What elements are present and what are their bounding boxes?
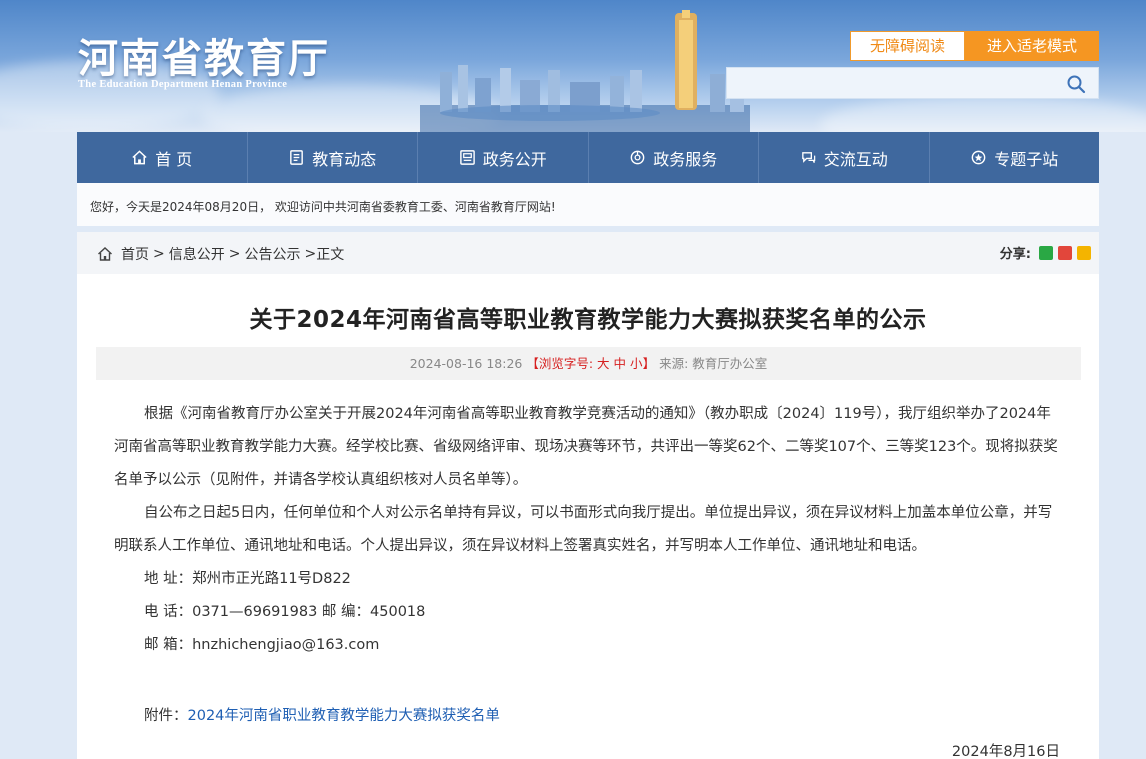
- nav-item-topic-sites[interactable]: 专题子站: [930, 132, 1100, 183]
- font-size-large[interactable]: 大: [597, 356, 610, 371]
- breadcrumb: 首页 > 信息公开 > 公告公示 > 正文: [97, 244, 344, 264]
- article-meta: 2024-08-16 18:26 【浏览字号: 大 中 小】 来源: 教育厅办公…: [96, 347, 1081, 380]
- font-size-selector: 【浏览字号: 大 中 小】: [526, 356, 655, 371]
- article-paragraph: 根据《河南省教育厅办公室关于开展2024年河南省高等职业教育教学竞赛活动的通知》…: [114, 406, 1058, 488]
- news-icon: [290, 150, 304, 165]
- article-body: 根据《河南省教育厅办公室关于开展2024年河南省高等职业教育教学竞赛活动的通知》…: [114, 398, 1064, 662]
- welcome-message: 您好，今天是2024年08月20日， 欢迎访问中共河南省委教育工委、河南省教育厅…: [77, 183, 1099, 226]
- breadcrumb-home-link[interactable]: 首页: [121, 244, 149, 264]
- breadcrumb-separator: >: [304, 246, 317, 262]
- nav-item-government-affairs[interactable]: 政务公开: [418, 132, 589, 183]
- document-icon: [459, 150, 475, 165]
- share-label: 分享:: [999, 247, 1031, 262]
- nav-item-label: 政务公开: [482, 149, 547, 169]
- breadcrumb-current: 正文: [316, 247, 345, 263]
- share-bar: 分享:: [1000, 243, 1091, 262]
- home-icon: [132, 150, 147, 165]
- service-icon: [630, 150, 645, 165]
- article-title: 关于2024年河南省高等职业教育教学能力大赛拟获奖名单的公示: [249, 307, 927, 333]
- contact-email: 邮 箱：hnzhichengjiao@163.com: [144, 637, 380, 653]
- nav-item-label: 政务服务: [653, 149, 718, 169]
- topic-icon: [971, 150, 986, 165]
- nav-item-label: 教育动态: [312, 149, 377, 169]
- site-logo-title[interactable]: 河南省教育厅: [78, 26, 330, 84]
- font-size-small[interactable]: 小: [630, 356, 643, 371]
- wechat-share-icon[interactable]: [1039, 245, 1053, 260]
- banner-cloud: [820, 95, 1146, 132]
- nav-item-label: 首 页: [155, 149, 193, 169]
- nav-item-label: 专题子站: [994, 149, 1059, 169]
- header-banner: 河南省教育厅 The Education Department Henan Pr…: [0, 0, 1146, 132]
- nav-item-label: 交流互动: [823, 149, 888, 169]
- font-size-label: 【浏览字号:: [526, 356, 598, 371]
- qq-share-icon[interactable]: [1077, 245, 1091, 260]
- contact-address: 地 址：郑州市正光路11号D822: [144, 571, 351, 587]
- article-sign-date: 2024年8月16日: [951, 744, 1060, 759]
- nav-item-education-news[interactable]: 教育动态: [248, 132, 418, 183]
- home-icon: [98, 247, 112, 261]
- font-size-label-close: 】: [642, 356, 656, 371]
- search-icon[interactable]: [1066, 74, 1086, 94]
- article-source: 来源: 教育厅办公室: [659, 356, 768, 371]
- breadcrumb-info-link[interactable]: 信息公开: [169, 244, 225, 264]
- attachment: 附件：2024年河南省职业教育教学能力大赛拟获奖名单: [144, 704, 500, 725]
- breadcrumb-bar: 首页 > 信息公开 > 公告公示 > 正文 分享:: [77, 232, 1099, 274]
- article-paragraph: 自公布之日起5日内，任何单位和个人对公示名单持有异议，可以书面形式向我厅提出。单…: [114, 505, 1053, 554]
- site-logo-subtitle: The Education Department Henan Province: [78, 79, 288, 90]
- breadcrumb-notice-link[interactable]: 公告公示: [244, 244, 300, 264]
- weibo-share-icon[interactable]: [1058, 245, 1072, 260]
- nav-item-home[interactable]: 首 页: [77, 132, 248, 183]
- nav-item-government-services[interactable]: 政务服务: [589, 132, 759, 183]
- accessibility-reading-button[interactable]: 无障碍阅读: [850, 31, 965, 61]
- contact-phone: 电 话：0371—69691983 邮 编：450018: [144, 604, 426, 620]
- interact-icon: [801, 152, 815, 163]
- search-input[interactable]: [727, 68, 1057, 98]
- city-skyline-image: [420, 10, 750, 132]
- article-datetime: 2024-08-16 18:26: [409, 356, 523, 371]
- attachment-label: 附件：: [144, 708, 188, 724]
- breadcrumb-separator: >: [153, 246, 165, 262]
- attachment-link[interactable]: 2024年河南省职业教育教学能力大赛拟获奖名单: [188, 708, 500, 724]
- nav-item-interaction[interactable]: 交流互动: [759, 132, 930, 183]
- search-bar: [726, 67, 1099, 99]
- elder-mode-button[interactable]: 进入适老模式: [965, 31, 1099, 61]
- article-container: 关于2024年河南省高等职业教育教学能力大赛拟获奖名单的公示 2024-08-1…: [77, 274, 1099, 759]
- main-nav: 首 页 教育动态 政务公开 政务服务 交流互动 专题子站: [77, 132, 1099, 183]
- font-size-medium[interactable]: 中: [614, 356, 627, 371]
- breadcrumb-separator: >: [228, 246, 241, 262]
